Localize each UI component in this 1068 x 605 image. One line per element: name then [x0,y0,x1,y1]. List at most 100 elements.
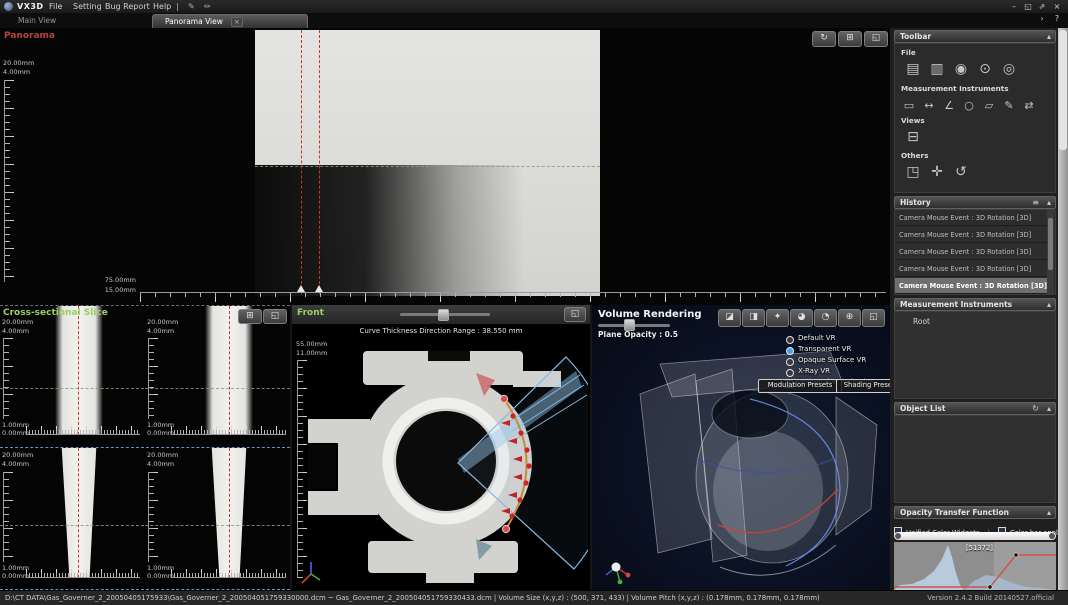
panorama-marker-handle[interactable] [315,285,323,292]
window-scrollbar-thumb[interactable] [1059,30,1067,150]
otf-range-slider[interactable] [894,532,1056,540]
collapse-icon[interactable]: ▴ [1047,31,1051,43]
minimize-button[interactable]: – [1008,0,1020,13]
toolbar-panel-header[interactable]: Toolbar ▴ [894,30,1056,43]
modulation-presets-button[interactable]: Modulation Presets [758,379,842,393]
slice-level-line[interactable] [145,388,290,389]
panorama-viewport[interactable]: Panorama 20.00mm 4.00mm 75.00mm 15.00mm … [0,28,890,305]
panorama-horizontal-ruler [140,292,886,303]
front-view-canvas[interactable] [308,333,588,585]
slice-plane-button[interactable]: ◨ [742,309,765,327]
volume-render-viewport[interactable]: Volume Rendering Plane Opacity : 0.5 ◪ ◨… [592,305,890,590]
tab-panorama-view[interactable]: Panorama View× [152,14,308,29]
circle-icon[interactable]: ○ [959,98,979,114]
distance-icon[interactable]: ↔ [919,98,939,114]
front-slice-slider-thumb[interactable] [438,309,449,321]
cross-sectional-title: Cross-sectional Slice [3,308,108,318]
pen-tool-icon[interactable]: ✎ [184,0,199,13]
maximize-view-button[interactable]: ◱ [862,309,885,327]
tree-item-root[interactable]: Root [913,317,930,326]
slice-level-line[interactable] [0,525,144,526]
tab-main-view[interactable]: Main View [6,14,68,28]
fit-view-button[interactable]: ⊞ [838,31,862,47]
collapse-icon[interactable]: ▴ [1047,299,1051,311]
cross-quadrant[interactable]: 20.00mm 4.00mm 1.00mm 0.00mm [0,448,144,590]
polygon-icon[interactable]: ▱ [979,98,999,114]
cross-sectional-viewport[interactable]: 20.00mm 4.00mm 1.00mm 0.00mm 20.00mm 4.0… [0,305,290,590]
panorama-marker-line[interactable] [301,30,302,294]
maximize-view-button[interactable]: ◱ [564,307,586,322]
object-list-panel-header[interactable]: Object List ↻ ▴ [894,402,1056,415]
panorama-marker-handle[interactable] [297,285,305,292]
settings-button[interactable]: ⊕ [838,309,861,327]
history-item[interactable]: Camera Mouse Event : 3D Rotation [3D] [895,210,1047,226]
slice-cursor-line[interactable] [78,448,79,578]
slice-level-line[interactable] [145,525,290,526]
close-button[interactable]: × [1051,0,1063,13]
history-item[interactable]: Camera Mouse Event : 3D Rotation [3D] [895,244,1047,260]
measurement-instruments-panel-header[interactable]: Measurement Instruments ▴ [894,298,1056,311]
collapse-icon[interactable]: ▴ [1047,507,1051,519]
search-zoom-icon[interactable]: ◎ [997,59,1021,79]
measure-button[interactable]: ◔ [814,309,837,327]
slice-cursor-line[interactable] [229,448,230,578]
rotate-view-button[interactable]: ↻ [812,31,836,47]
panorama-slice-line[interactable] [255,166,600,167]
open-folder-icon[interactable]: ▤ [901,59,925,79]
annotation-icon[interactable]: ✎ [999,98,1019,114]
vr-mode-xray[interactable]: X-Ray VR [786,367,830,376]
history-scrollbar[interactable] [1047,210,1054,294]
panorama-marker-line[interactable] [319,30,320,294]
otf-range-handle-right[interactable] [1049,533,1055,539]
slice-cursor-line[interactable] [229,306,230,435]
collapse-icon[interactable]: ▴ [1047,403,1051,415]
history-item[interactable]: Camera Mouse Event : 3D Rotation [3D] [895,261,1047,277]
history-item[interactable]: Camera Mouse Event : 3D Rotation [3D] [895,278,1047,294]
export-image-icon[interactable]: ▥ [925,59,949,79]
grid-layout-button[interactable]: ⊞ [238,309,262,324]
cross-quadrant[interactable]: 20.00mm 4.00mm 1.00mm 0.00mm [145,306,290,447]
layout-window-icon[interactable]: ◳ [901,162,925,182]
help-button[interactable]: ? [1051,14,1063,23]
refresh-icon[interactable]: ↻ [1032,403,1039,415]
collapse-icon[interactable]: ▴ [1047,197,1051,209]
volume-render-canvas[interactable] [600,339,888,584]
restore-button[interactable]: ◱ [1022,0,1034,13]
ruler-icon[interactable]: ▭ [899,98,919,114]
history-scrollbar-thumb[interactable] [1048,218,1053,270]
maximize-view-button[interactable]: ◱ [864,31,888,47]
otf-histogram[interactable]: [51372] [894,542,1056,590]
list-icon[interactable]: ≡ [1032,197,1039,209]
angle-icon[interactable]: ∠ [939,98,959,114]
slice-cursor-line[interactable] [78,306,79,435]
otf-range-handle-left[interactable] [895,533,901,539]
collapse-sidebar-button[interactable]: › [1036,14,1048,23]
axis-position-icon[interactable]: ✛ [925,162,949,182]
vr-mode-default[interactable]: Default VR [786,334,835,343]
tab-close-icon[interactable]: × [231,17,243,27]
print-icon[interactable]: ⊟ [901,127,925,147]
window-scrollbar[interactable] [1058,28,1068,590]
orientation-button[interactable]: ◕ [790,309,813,327]
opacity-transfer-function-panel-header[interactable]: Opacity Transfer Function ▴ [894,506,1056,519]
front-viewport[interactable]: Front ◱ Curve Thickness Direction Range … [292,305,590,590]
history-item[interactable]: Camera Mouse Event : 3D Rotation [3D] [895,227,1047,243]
brush-tool-icon[interactable]: ✏ [200,0,215,13]
shading-presets-button[interactable]: Shading Presets [836,379,890,393]
maximize-view-button[interactable]: ◱ [263,309,287,324]
vr-mode-opaque-surface[interactable]: Opaque Surface VR [786,356,866,365]
movie-record-icon[interactable]: ◉ [949,59,973,79]
vr-mode-transparent[interactable]: Transparent VR [786,345,851,354]
cross-quadrant[interactable]: 20.00mm 4.00mm 1.00mm 0.00mm [0,306,144,447]
slice-level-line[interactable] [0,388,144,389]
panorama-image[interactable] [255,30,600,296]
history-panel-header[interactable]: History ≡ ▴ [894,196,1056,209]
calibration-icon[interactable]: ⇄ [1019,98,1039,114]
clip-plane-button[interactable]: ◪ [718,309,741,327]
quadrant-separator-line[interactable] [0,447,290,448]
cross-quadrant[interactable]: 20.00mm 4.00mm 1.00mm 0.00mm [145,448,290,590]
popout-button[interactable]: ⇗ [1036,0,1048,13]
camera-capture-icon[interactable]: ⊙ [973,59,997,79]
lighting-button[interactable]: ✦ [766,309,789,327]
reset-rotation-icon[interactable]: ↺ [949,162,973,182]
